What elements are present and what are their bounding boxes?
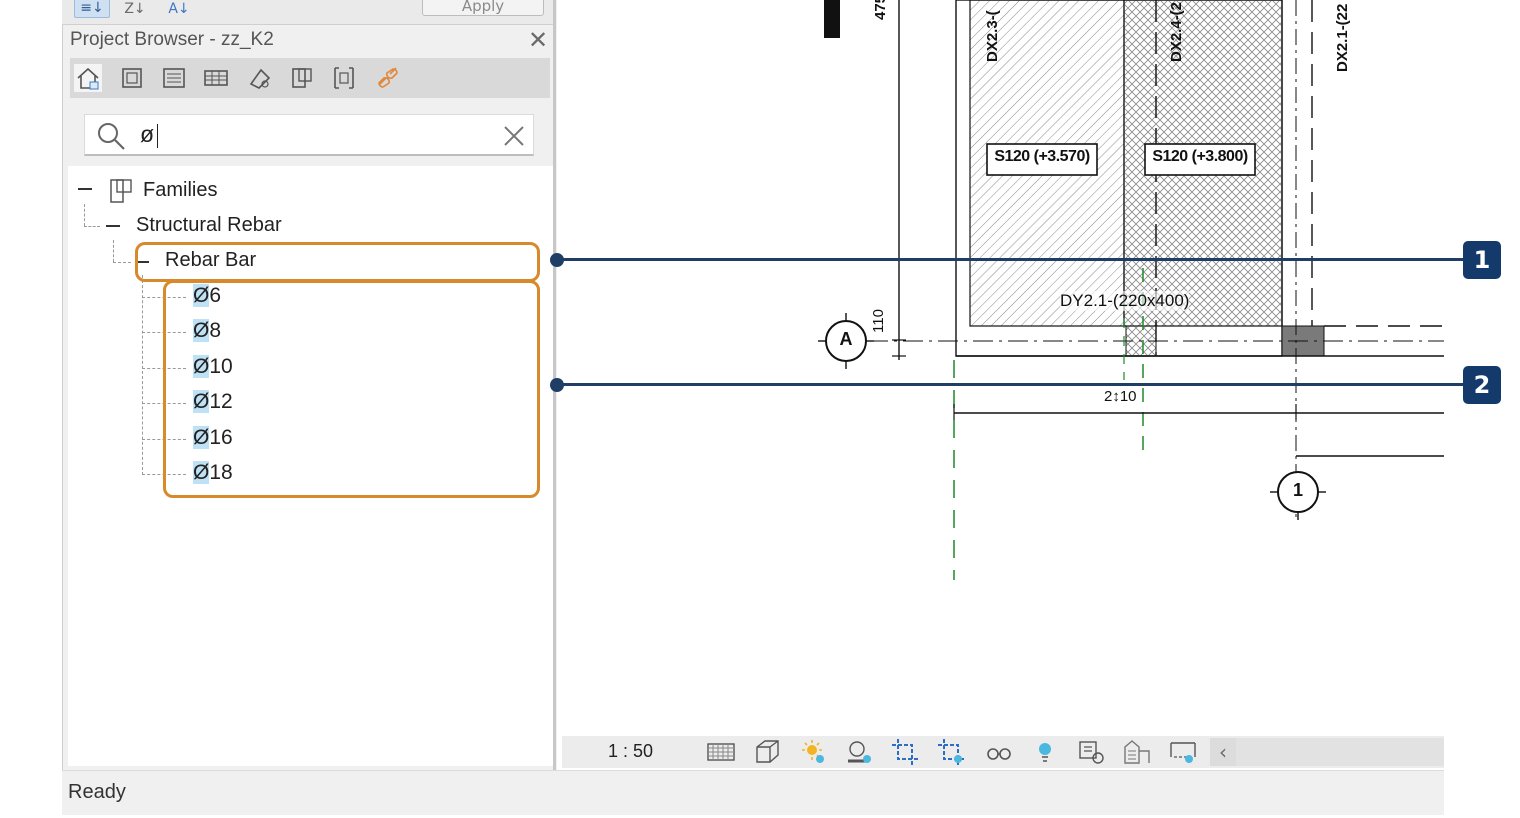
legends-icon[interactable] <box>160 64 188 92</box>
tree-node-families[interactable]: Families <box>143 179 217 202</box>
temporary-hide-icon[interactable] <box>984 737 1014 767</box>
project-browser-title: Project Browser - zz_K2 <box>70 29 274 50</box>
close-panel-button[interactable]: ✕ <box>528 27 548 53</box>
callout-line-1 <box>557 258 1465 261</box>
horizontal-scrollbar[interactable] <box>1236 738 1444 766</box>
sort-descending-button[interactable]: ≡↓ <box>74 0 110 18</box>
view-scale[interactable]: 1 : 50 <box>608 741 653 762</box>
section-marker-bar <box>824 0 840 38</box>
worksharing-display-icon[interactable] <box>1122 737 1152 767</box>
callout-dot-1 <box>550 253 564 267</box>
highlight-box-rebar-sizes <box>163 280 540 498</box>
tree-connector <box>84 226 100 227</box>
vertical-member-label[interactable]: DX2.3-( <box>984 10 1001 62</box>
slab-tag-label[interactable]: S120 (+3.800) <box>1146 148 1254 166</box>
families-node-icon <box>108 177 136 205</box>
callout-line-2 <box>557 383 1465 386</box>
families-icon[interactable] <box>288 64 316 92</box>
tree-connector <box>84 204 85 226</box>
tree-node-structural-rebar[interactable]: Structural Rebar <box>136 214 282 237</box>
reveal-constraints-icon[interactable] <box>1168 737 1198 767</box>
dimension-text: 475 <box>872 0 889 20</box>
collapse-structural-rebar-toggle[interactable] <box>106 225 120 227</box>
sort-az-button[interactable]: A↓ <box>162 0 196 18</box>
status-bar <box>62 770 1444 815</box>
crop-view-icon[interactable] <box>890 737 920 767</box>
schedules-icon[interactable] <box>202 64 230 92</box>
callout-badge-2: 2 <box>1463 366 1501 404</box>
beam-label[interactable]: DY2.1-(220x400) <box>1060 291 1190 311</box>
clear-search-icon[interactable] <box>502 124 526 148</box>
views-icon[interactable] <box>118 64 146 92</box>
sort-za-button[interactable]: Z↓ <box>118 0 152 18</box>
callout-dot-2 <box>550 378 564 392</box>
vertical-member-label[interactable]: DX2.4-(2 <box>1168 2 1185 62</box>
collapse-families-toggle[interactable] <box>78 188 92 190</box>
tree-connector <box>113 240 114 262</box>
dimension-text: 110 <box>870 309 887 333</box>
groups-icon[interactable] <box>330 64 358 92</box>
apply-button[interactable]: Apply <box>422 0 544 16</box>
dimension-text: 2↕10 <box>1104 388 1137 405</box>
slab-tag-label[interactable]: S120 (+3.570) <box>988 148 1096 166</box>
grid-label-a: A <box>839 329 853 349</box>
sheets-icon[interactable] <box>246 64 274 92</box>
tree-connector <box>113 262 131 263</box>
sun-path-icon[interactable] <box>798 737 828 767</box>
detail-level-icon[interactable] <box>706 737 736 767</box>
visual-style-icon[interactable] <box>752 737 782 767</box>
reveal-hidden-icon[interactable] <box>1030 737 1060 767</box>
vertical-member-label[interactable]: DX2.1-(22 <box>1334 4 1351 72</box>
search-icon <box>96 121 126 151</box>
revit-links-icon[interactable] <box>374 64 402 92</box>
text-caret <box>157 124 158 148</box>
search-input[interactable]: ø <box>140 121 154 148</box>
temporary-properties-icon[interactable] <box>1076 737 1106 767</box>
chevron-left-icon[interactable]: ‹ <box>1210 738 1236 766</box>
highlight-box-rebar-bar <box>135 242 540 282</box>
callout-badge-1: 1 <box>1463 241 1501 279</box>
home-tree-icon[interactable] <box>74 64 102 92</box>
status-text: Ready <box>68 781 126 803</box>
drawing-canvas[interactable] <box>556 0 1446 736</box>
show-crop-region-icon[interactable] <box>936 737 966 767</box>
list-sort-icon: ≡↓ <box>80 0 104 16</box>
tree-connector <box>142 275 143 475</box>
shadows-icon[interactable] <box>844 737 874 767</box>
grid-label-1: 1 <box>1292 480 1303 500</box>
